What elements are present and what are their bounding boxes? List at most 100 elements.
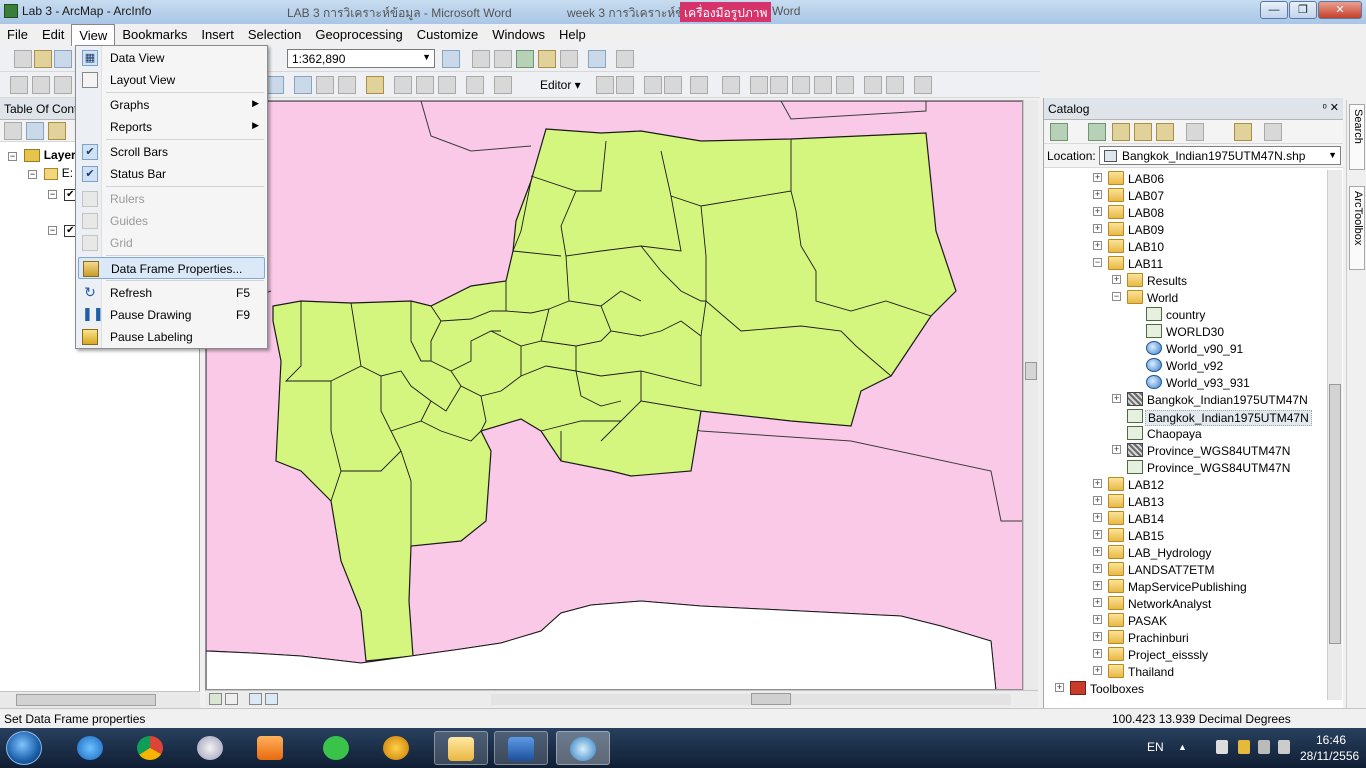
open-icon[interactable] bbox=[34, 50, 52, 68]
menu-windows[interactable]: Windows bbox=[485, 24, 552, 46]
edit-vertices-icon[interactable] bbox=[750, 76, 768, 94]
new-document-icon[interactable] bbox=[14, 50, 32, 68]
catalog-window-icon[interactable] bbox=[494, 50, 512, 68]
menu-item-refresh[interactable]: ↻ Refresh F5 bbox=[78, 282, 265, 304]
trace-icon[interactable] bbox=[690, 76, 708, 94]
expand-icon[interactable]: + bbox=[1093, 615, 1102, 624]
menu-help[interactable]: Help bbox=[552, 24, 593, 46]
table-of-contents-icon[interactable] bbox=[472, 50, 490, 68]
home-icon[interactable] bbox=[1134, 123, 1152, 141]
menu-geoprocessing[interactable]: Geoprocessing bbox=[308, 24, 409, 46]
identify-icon[interactable] bbox=[294, 76, 312, 94]
taskbar-media-player[interactable] bbox=[244, 731, 298, 765]
scrollbar-thumb[interactable] bbox=[16, 694, 156, 706]
refresh-icon[interactable] bbox=[249, 693, 262, 705]
expand-icon[interactable]: + bbox=[1093, 224, 1102, 233]
end-point-arc-icon[interactable] bbox=[664, 76, 682, 94]
cut-polygons-icon[interactable] bbox=[792, 76, 810, 94]
map-scale-combobox[interactable]: 1:362,890 ▼ bbox=[287, 49, 435, 68]
toc-group-row[interactable]: − E: bbox=[28, 166, 73, 180]
whats-this-icon[interactable] bbox=[616, 50, 634, 68]
start-button[interactable] bbox=[6, 731, 42, 765]
collapse-icon[interactable]: − bbox=[48, 226, 57, 235]
scrollbar-thumb[interactable] bbox=[1025, 362, 1037, 380]
close-button[interactable]: ✕ bbox=[1318, 1, 1362, 19]
find-route-icon[interactable] bbox=[416, 76, 434, 94]
list-by-visibility-icon[interactable] bbox=[48, 122, 66, 140]
language-indicator[interactable]: EN bbox=[1147, 740, 1164, 754]
menu-item-pause-labeling[interactable]: Pause Labeling bbox=[78, 326, 265, 348]
collapse-icon[interactable]: − bbox=[8, 152, 17, 161]
save-icon[interactable] bbox=[54, 50, 72, 68]
search-window-icon[interactable] bbox=[516, 50, 534, 68]
go-to-xy-icon[interactable] bbox=[438, 76, 456, 94]
map-vertical-scrollbar[interactable] bbox=[1023, 100, 1038, 690]
device-icon[interactable] bbox=[1216, 740, 1228, 754]
toc-layer-row-1[interactable]: − ✔ bbox=[48, 186, 77, 201]
straight-segment-icon[interactable] bbox=[644, 76, 662, 94]
scrollbar-thumb[interactable] bbox=[751, 693, 791, 705]
taskbar-app[interactable] bbox=[184, 731, 238, 765]
sketch-properties-icon[interactable] bbox=[886, 76, 904, 94]
menu-selection[interactable]: Selection bbox=[241, 24, 308, 46]
menu-bookmarks[interactable]: Bookmarks bbox=[115, 24, 194, 46]
menu-customize[interactable]: Customize bbox=[410, 24, 485, 46]
clock-date[interactable]: 28/11/2556 bbox=[1300, 749, 1359, 763]
python-window-icon[interactable] bbox=[560, 50, 578, 68]
expand-icon[interactable]: + bbox=[1093, 479, 1102, 488]
collapse-icon[interactable]: − bbox=[28, 170, 37, 179]
menu-item-status-bar[interactable]: ✔ Status Bar bbox=[78, 163, 265, 185]
action-center-icon[interactable] bbox=[1238, 740, 1250, 754]
expand-icon[interactable]: + bbox=[1093, 666, 1102, 675]
expand-icon[interactable]: + bbox=[1093, 207, 1102, 216]
taskbar-internet-explorer[interactable] bbox=[64, 731, 118, 765]
expand-icon[interactable]: + bbox=[1093, 564, 1102, 573]
rotate-icon[interactable] bbox=[836, 76, 854, 94]
expand-icon[interactable]: + bbox=[1093, 547, 1102, 556]
collapse-icon[interactable]: − bbox=[48, 190, 57, 199]
expand-icon[interactable]: + bbox=[1093, 173, 1102, 182]
expand-icon[interactable]: + bbox=[1112, 445, 1121, 454]
taskbar-line[interactable] bbox=[310, 731, 364, 765]
hyperlink-icon[interactable] bbox=[316, 76, 334, 94]
network-icon[interactable] bbox=[1258, 740, 1270, 754]
find-icon[interactable] bbox=[394, 76, 412, 94]
expand-icon[interactable]: + bbox=[1093, 190, 1102, 199]
menu-item-graphs[interactable]: Graphs ▶ bbox=[78, 94, 265, 116]
reshape-icon[interactable] bbox=[770, 76, 788, 94]
menu-item-layout-view[interactable]: Layout View bbox=[78, 69, 265, 91]
toc-horizontal-scrollbar[interactable] bbox=[0, 691, 200, 708]
expand-icon[interactable]: + bbox=[1093, 649, 1102, 658]
view-options-icon[interactable] bbox=[1186, 123, 1204, 141]
expand-icon[interactable]: + bbox=[1093, 598, 1102, 607]
arctoolbox-icon[interactable] bbox=[538, 50, 556, 68]
search-tab[interactable]: Search bbox=[1349, 104, 1365, 170]
layout-view-icon[interactable] bbox=[225, 693, 238, 705]
new-folder-icon[interactable] bbox=[1234, 123, 1252, 141]
scrollbar-thumb[interactable] bbox=[1329, 384, 1341, 644]
expand-icon[interactable]: + bbox=[1093, 241, 1102, 250]
taskbar-word[interactable] bbox=[494, 731, 548, 765]
catalog-vertical-scrollbar[interactable] bbox=[1327, 170, 1342, 700]
expand-icon[interactable]: + bbox=[1112, 394, 1121, 403]
editor-menu[interactable]: Editor ▾ bbox=[540, 78, 581, 92]
measure-icon[interactable] bbox=[366, 76, 384, 94]
editor-toolbar-icon[interactable] bbox=[442, 50, 460, 68]
create-features-icon[interactable] bbox=[914, 76, 932, 94]
edit-tool-icon[interactable] bbox=[596, 76, 614, 94]
pin-icon[interactable]: ᵒ bbox=[1323, 102, 1327, 114]
menu-item-data-view[interactable]: ▦ Data View bbox=[78, 47, 265, 69]
clock-time[interactable]: 16:46 bbox=[1316, 733, 1346, 747]
time-slider-icon[interactable] bbox=[466, 76, 484, 94]
connect-folder-icon[interactable] bbox=[1156, 123, 1174, 141]
toggle-contents-icon[interactable] bbox=[1264, 123, 1282, 141]
zoom-in-icon[interactable] bbox=[10, 76, 28, 94]
restore-button[interactable]: ❐ bbox=[1289, 1, 1317, 19]
menu-insert[interactable]: Insert bbox=[194, 24, 241, 46]
taskbar-explorer[interactable] bbox=[434, 731, 488, 765]
up-one-level-icon[interactable] bbox=[1112, 123, 1130, 141]
location-combobox[interactable]: Bangkok_Indian1975UTM47N.shp ▼ bbox=[1099, 146, 1341, 165]
menu-item-scroll-bars[interactable]: ✔ Scroll Bars bbox=[78, 141, 265, 163]
menu-item-reports[interactable]: Reports ▶ bbox=[78, 116, 265, 138]
split-icon[interactable] bbox=[814, 76, 832, 94]
